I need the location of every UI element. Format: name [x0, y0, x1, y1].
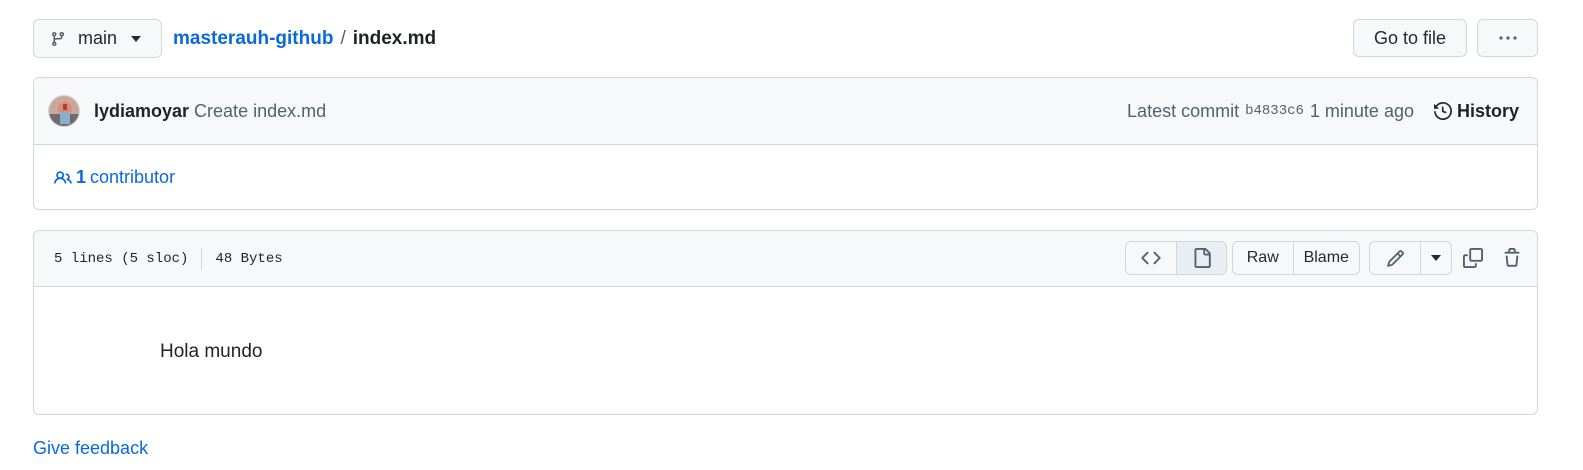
breadcrumb-separator: /	[340, 28, 346, 49]
more-options-button[interactable]	[1477, 19, 1538, 57]
delete-file-button[interactable]	[1497, 243, 1527, 273]
commit-sha-link[interactable]: b4833c6	[1245, 103, 1304, 119]
kebab-horizontal-icon	[1498, 36, 1517, 40]
file-content: Hola mundo	[34, 287, 1537, 363]
file-viewer: 5 lines (5 sloc) 48 Bytes Raw Blame Hola…	[33, 230, 1538, 415]
breadcrumb-file-name: index.md	[352, 28, 437, 49]
latest-commit-label: Latest commit	[1127, 100, 1240, 121]
file-info-divider	[201, 247, 203, 270]
trash-icon	[1502, 248, 1522, 268]
raw-blame-group: Raw Blame	[1232, 241, 1360, 275]
branch-selector-button[interactable]: main	[33, 19, 162, 58]
latest-commit-box: lydiamoyar Create index.md Latest commit…	[33, 77, 1538, 210]
git-branch-icon	[50, 31, 66, 47]
commit-author-link[interactable]: lydiamoyar	[94, 101, 189, 122]
contributor-label: contributor	[90, 167, 176, 187]
triangle-down-icon	[1431, 255, 1442, 261]
code-icon	[1141, 248, 1161, 268]
file-line-count: 5 lines (5 sloc)	[54, 250, 189, 267]
copy-raw-button[interactable]	[1458, 243, 1488, 273]
contributors-link[interactable]: 1 contributor	[54, 167, 175, 188]
people-icon	[54, 169, 72, 187]
file-header: 5 lines (5 sloc) 48 Bytes Raw Blame	[34, 231, 1537, 287]
breadcrumb: masterauh-github / index.md	[173, 28, 436, 50]
commit-time: 1 minute ago	[1309, 100, 1414, 121]
contributor-count: 1	[76, 167, 87, 187]
history-label: History	[1456, 100, 1519, 121]
copy-icon	[1463, 248, 1483, 268]
commit-message-link[interactable]: Create index.md	[194, 101, 326, 122]
contributors-row: 1 contributor	[34, 145, 1537, 209]
source-view-button[interactable]	[1126, 242, 1176, 274]
pencil-icon	[1386, 249, 1405, 268]
edit-group	[1369, 241, 1452, 275]
go-to-file-button[interactable]: Go to file	[1353, 19, 1467, 57]
blame-button[interactable]: Blame	[1292, 242, 1359, 274]
history-icon	[1433, 102, 1452, 120]
history-link[interactable]: History	[1433, 100, 1519, 122]
raw-button[interactable]: Raw	[1233, 242, 1293, 274]
breadcrumb-repo-link[interactable]: masterauh-github	[173, 28, 333, 50]
edit-file-button[interactable]	[1370, 242, 1420, 274]
commit-meta: Latest commit b4833c6 1 minute ago Histo…	[1127, 78, 1519, 144]
triangle-down-icon	[131, 35, 142, 42]
file-size: 48 Bytes	[215, 250, 283, 267]
file-info: 5 lines (5 sloc) 48 Bytes	[54, 231, 283, 286]
view-mode-toggle	[1125, 241, 1227, 275]
rendered-view-button[interactable]	[1176, 242, 1226, 274]
file-content-text: Hola mundo	[160, 341, 263, 362]
avatar[interactable]	[48, 95, 80, 127]
edit-dropdown-button[interactable]	[1420, 242, 1451, 274]
commit-header: lydiamoyar Create index.md Latest commit…	[34, 78, 1537, 145]
give-feedback-link[interactable]: Give feedback	[33, 438, 148, 459]
branch-name: main	[78, 28, 118, 48]
file-icon	[1192, 248, 1212, 268]
